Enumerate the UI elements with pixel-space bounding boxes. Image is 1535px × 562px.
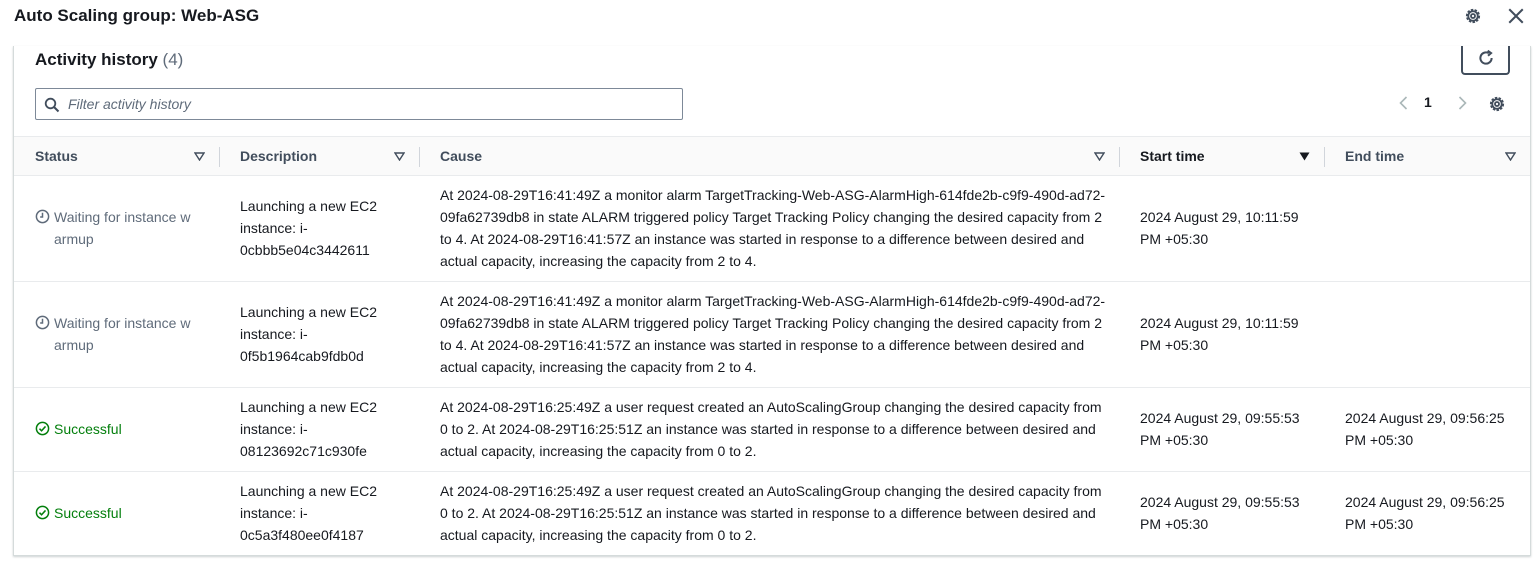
start-time-cell: 2024 August 29, 10:11:59 PM +05:30 [1140, 315, 1299, 353]
window-title: Auto Scaling group: Web-ASG [14, 6, 260, 25]
close-icon[interactable] [1507, 7, 1525, 25]
gear-icon[interactable] [1464, 7, 1482, 25]
column-divider[interactable] [1324, 147, 1325, 167]
window-header: Auto Scaling group: Web-ASG [0, 0, 1535, 40]
panel-title: Activity history (4) [35, 50, 183, 70]
description-cell: Launching a new EC2 instance: i-0cbbb5e0… [240, 198, 377, 258]
column-divider[interactable] [1119, 147, 1120, 167]
clock-icon [35, 209, 50, 224]
table-row[interactable]: Successful Launching a new EC2 instance:… [14, 388, 1530, 472]
status-text: Successful [54, 421, 122, 437]
panel-title-text: Activity history [35, 50, 158, 69]
check-circle-icon [35, 505, 50, 520]
column-header-start-time[interactable]: Start time [1140, 137, 1205, 175]
description-cell: Launching a new EC2 instance: i-0f5b1964… [240, 304, 377, 364]
clock-icon [35, 315, 50, 330]
search-icon [44, 97, 60, 113]
activity-count: (4) [162, 50, 184, 69]
status-cell: Waiting for instance w armup [35, 312, 210, 356]
status-cell: Successful [35, 418, 210, 440]
cause-cell: At 2024-08-29T16:25:49Z a user request c… [440, 483, 1102, 543]
activity-history-panel: Activity history (4) 1 Status Descriptio… [13, 46, 1531, 556]
refresh-icon [1479, 49, 1493, 65]
column-header-cause[interactable]: Cause [440, 137, 482, 175]
table-header: Status Description Cause Start time End … [14, 136, 1530, 176]
column-divider[interactable] [419, 147, 420, 167]
sort-descending-icon[interactable] [1299, 152, 1310, 161]
filter-box [35, 88, 683, 120]
status-text: Waiting for instance w armup [54, 315, 191, 353]
refresh-button[interactable] [1461, 46, 1510, 75]
sort-triangle-icon[interactable] [1505, 152, 1516, 161]
check-circle-icon [35, 421, 50, 436]
description-cell: Launching a new EC2 instance: i-0c5a3f48… [240, 483, 377, 543]
status-text: Waiting for instance w armup [54, 209, 191, 247]
current-page-number[interactable]: 1 [1424, 94, 1432, 110]
description-cell: Launching a new EC2 instance: i-08123692… [240, 399, 377, 459]
table-row[interactable]: Waiting for instance w armup Launching a… [14, 176, 1530, 282]
column-divider[interactable] [219, 147, 220, 167]
sort-triangle-icon[interactable] [394, 152, 405, 161]
cause-cell: At 2024-08-29T16:25:49Z a user request c… [440, 399, 1102, 459]
cause-cell: At 2024-08-29T16:41:49Z a monitor alarm … [440, 293, 1106, 375]
end-time-cell: 2024 August 29, 09:56:25 PM +05:30 [1345, 410, 1505, 448]
end-time-cell: 2024 August 29, 09:56:25 PM +05:30 [1345, 494, 1505, 532]
sort-triangle-icon[interactable] [194, 152, 205, 161]
chevron-right-icon[interactable] [1454, 95, 1470, 111]
column-header-end-time[interactable]: End time [1345, 137, 1404, 175]
table-settings-gear-icon[interactable] [1488, 95, 1506, 113]
start-time-cell: 2024 August 29, 10:11:59 PM +05:30 [1140, 209, 1299, 247]
table-row[interactable]: Waiting for instance w armup Launching a… [14, 282, 1530, 388]
chevron-left-icon[interactable] [1396, 95, 1412, 111]
start-time-cell: 2024 August 29, 09:55:53 PM +05:30 [1140, 410, 1300, 448]
sort-triangle-icon[interactable] [1094, 152, 1105, 161]
column-header-status[interactable]: Status [35, 137, 78, 175]
column-header-description[interactable]: Description [240, 137, 317, 175]
status-cell: Waiting for instance w armup [35, 206, 210, 250]
start-time-cell: 2024 August 29, 09:55:53 PM +05:30 [1140, 494, 1300, 532]
status-cell: Successful [35, 502, 210, 524]
cause-cell: At 2024-08-29T16:41:49Z a monitor alarm … [440, 187, 1106, 269]
filter-activity-input[interactable] [68, 93, 668, 115]
status-text: Successful [54, 505, 122, 521]
table-row[interactable]: Successful Launching a new EC2 instance:… [14, 472, 1530, 556]
